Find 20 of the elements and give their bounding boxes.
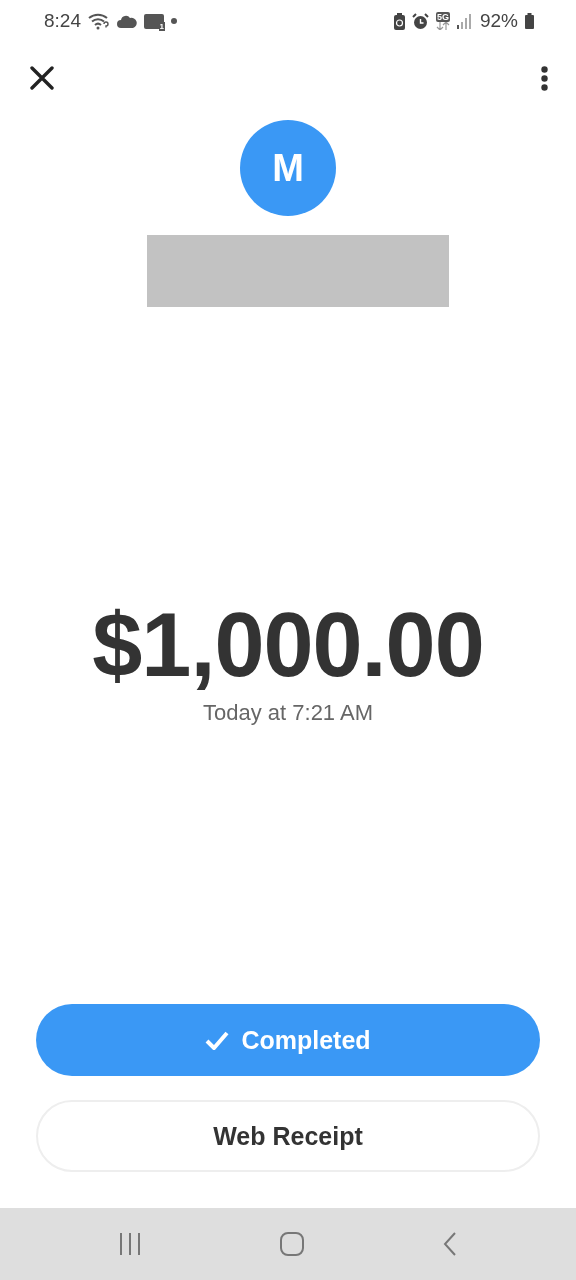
- receipt-button[interactable]: Web Receipt: [36, 1100, 540, 1172]
- alarm-icon: [411, 12, 429, 30]
- battery-saver-icon: [393, 12, 405, 30]
- home-button[interactable]: [279, 1231, 305, 1257]
- close-button[interactable]: [30, 66, 54, 90]
- clock-time: 8:24: [44, 10, 81, 32]
- payment-time: Today at 7:21 AM: [203, 699, 373, 727]
- signal-icon: [456, 13, 473, 29]
- dot-icon: [171, 18, 177, 24]
- cloud-icon: [117, 14, 137, 28]
- more-options-button[interactable]: [541, 65, 548, 91]
- battery-icon: [525, 13, 534, 29]
- payment-amount: $1,000.00: [92, 595, 484, 695]
- check-icon: [205, 1030, 230, 1050]
- back-button[interactable]: [441, 1231, 458, 1257]
- voicemail-icon: 1: [144, 13, 164, 29]
- avatar: M: [240, 120, 336, 216]
- battery-percent: 92%: [479, 10, 518, 32]
- recent-apps-button[interactable]: [118, 1232, 143, 1256]
- wifi-icon: [88, 12, 110, 30]
